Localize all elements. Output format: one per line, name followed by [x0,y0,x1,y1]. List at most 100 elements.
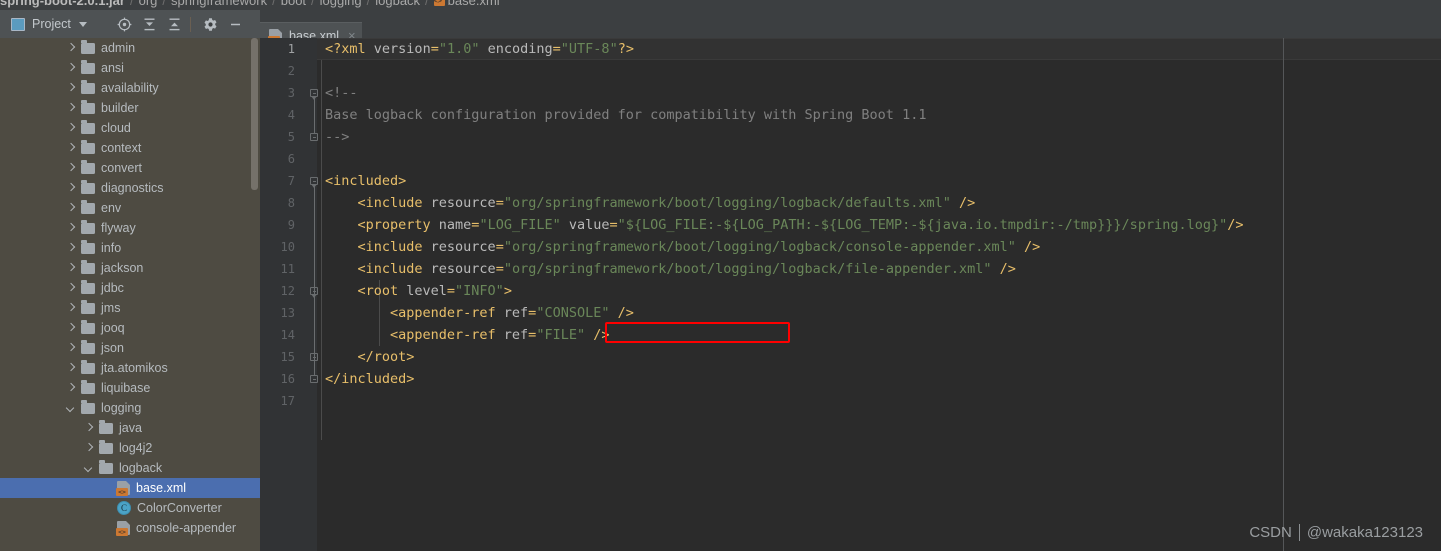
code-token-punc: < [357,261,366,277]
chevron-right-icon[interactable] [66,323,77,334]
tree-item-base-xml[interactable]: base.xml [0,478,260,498]
chevron-right-icon[interactable] [66,243,77,254]
code-token-val: "FILE" [536,327,586,343]
tree-item-log4j2[interactable]: log4j2 [0,438,260,458]
breadcrumb-item[interactable]: springframework [171,0,267,8]
tree-item-env[interactable]: env [0,198,260,218]
folder-icon [81,200,95,214]
tree-item-info[interactable]: info [0,238,260,258]
tree-item-diagnostics[interactable]: diagnostics [0,178,260,198]
code-line: <included> [325,170,406,192]
java-class-icon [117,501,131,515]
project-pane-icon [11,17,25,31]
chevron-down-icon[interactable] [84,463,95,474]
chevron-right-icon[interactable] [66,283,77,294]
tree-item-label: java [119,421,142,435]
folder-icon [81,260,95,274]
tree-item-label: console-appender [136,521,237,535]
tree-item-label: logback [119,461,163,475]
code-line: </included> [325,368,414,390]
expand-all-icon[interactable] [138,13,160,35]
tree-item-java[interactable]: java [0,418,260,438]
chevron-right-icon[interactable] [66,383,77,394]
breadcrumb-item[interactable]: spring-boot-2.0.1.jar [0,0,125,8]
code-token-punc: < [357,195,366,211]
code-token-attr: ref [503,305,529,321]
tree-item-ansi[interactable]: ansi [0,58,260,78]
chevron-right-icon[interactable] [66,123,77,134]
code-token-punc: </ [325,371,342,387]
chevron-right-icon[interactable] [66,103,77,114]
tree-twisty-none [102,483,113,494]
tree-item-flyway[interactable]: flyway [0,218,260,238]
tree-item-logback[interactable]: logback [0,458,260,478]
line-number: 7 [287,174,295,188]
breadcrumb-item[interactable]: boot [281,0,306,8]
tree-item-admin[interactable]: admin [0,38,260,58]
project-tree[interactable]: admin ansi availability builder cloud context… [0,38,260,551]
code-token-punc: /> [1227,217,1244,233]
tree-item-colorconverter[interactable]: ColorConverter [0,498,260,518]
code-token-punc: > [398,173,407,189]
collapse-all-icon[interactable] [163,13,185,35]
tree-item-jta-atomikos[interactable]: jta.atomikos [0,358,260,378]
chevron-right-icon[interactable] [66,343,77,354]
code-token-punc: = [430,41,439,57]
chevron-right-icon[interactable] [66,63,77,74]
tree-item-jackson[interactable]: jackson [0,258,260,278]
breadcrumb-item[interactable]: base.xml [448,0,500,8]
chevron-right-icon[interactable] [66,363,77,374]
project-toolwindow-label: Project [32,17,71,31]
code-token-punc: /> [959,195,976,211]
chevron-right-icon[interactable] [66,183,77,194]
chevron-right-icon[interactable] [66,203,77,214]
tree-item-builder[interactable]: builder [0,98,260,118]
tree-scrollbar-thumb[interactable] [251,38,258,190]
breadcrumb-items[interactable]: spring-boot-2.0.1.jar / org / springframewor… [0,0,500,10]
fold-region-line [313,296,315,353]
tree-item-jooq[interactable]: jooq [0,318,260,338]
code-token-tag: appender-ref [398,327,496,343]
code-token-tag: appender-ref [398,305,496,321]
chevron-right-icon[interactable] [66,43,77,54]
chevron-right-icon[interactable] [66,143,77,154]
chevron-right-icon[interactable] [66,83,77,94]
chevron-down-icon[interactable] [66,403,77,414]
hide-toolwindow-icon[interactable] [224,13,246,35]
folder-icon [81,80,95,94]
locate-icon[interactable] [113,13,135,35]
tree-item-availability[interactable]: availability [0,78,260,98]
code-content[interactable]: <?xml version="1.0" encoding="UTF-8"?> <!… [317,38,1441,551]
chevron-right-icon[interactable] [66,263,77,274]
code-line: </root> [357,346,414,368]
tree-item-console-appender[interactable]: console-appender [0,518,260,538]
tree-item-logging[interactable]: logging [0,398,260,418]
chevron-down-icon[interactable] [78,21,87,27]
breadcrumb-item[interactable]: logback [375,0,420,8]
chevron-right-icon[interactable] [66,223,77,234]
tree-item-context[interactable]: context [0,138,260,158]
tree-scrollbar[interactable] [251,38,259,551]
tree-item-cloud[interactable]: cloud [0,118,260,138]
breadcrumb-item[interactable]: org [139,0,158,8]
tree-item-json[interactable]: json [0,338,260,358]
code-editor[interactable]: 1 2 3 4 5 6 7 8 9 10 11 12 13 14 15 16 17 <?xml version=… [260,38,1441,551]
tree-item-jdbc[interactable]: jdbc [0,278,260,298]
breadcrumb-item[interactable]: logging [320,0,362,8]
breadcrumb-separator: / [311,0,315,8]
chevron-right-icon[interactable] [84,443,95,454]
editor-gutter[interactable]: 1 2 3 4 5 6 7 8 9 10 11 12 13 14 15 16 17 [260,38,318,551]
settings-gear-icon[interactable] [199,13,221,35]
tree-item-liquibase[interactable]: liquibase [0,378,260,398]
chevron-right-icon[interactable] [66,303,77,314]
tree-item-jms[interactable]: jms [0,298,260,318]
tree-item-convert[interactable]: convert [0,158,260,178]
chevron-right-icon[interactable] [66,163,77,174]
code-token-tag: included [333,173,399,189]
chevron-right-icon[interactable] [84,423,95,434]
code-token-punc: </ [357,349,374,365]
